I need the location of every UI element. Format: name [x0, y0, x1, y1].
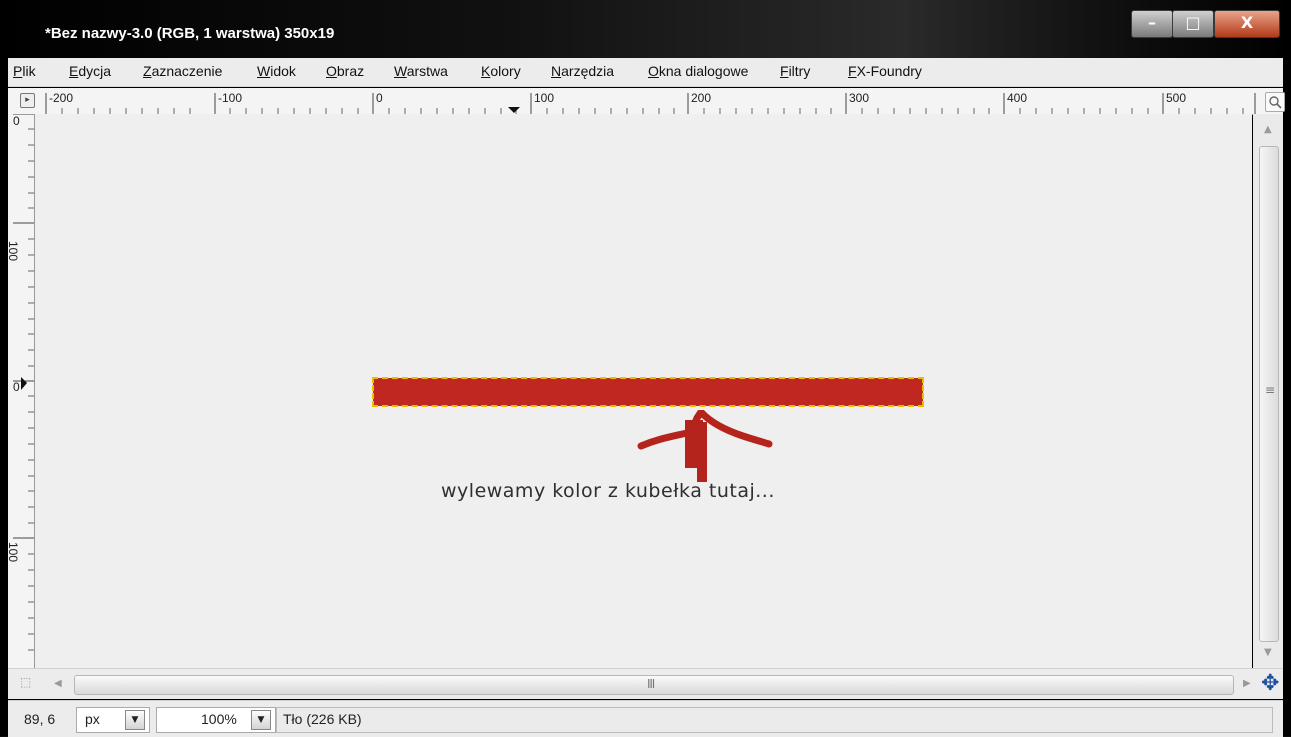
- move-crosshair-icon[interactable]: ✥: [1261, 671, 1279, 696]
- scroll-down-icon[interactable]: ▼: [1264, 647, 1272, 658]
- quick-mask-icon[interactable]: ⬚: [20, 675, 31, 689]
- close-icon: X: [1240, 13, 1254, 32]
- maximize-icon: □: [1185, 13, 1201, 32]
- horizontal-scroll-thumb[interactable]: Ⅲ: [74, 675, 1234, 695]
- arrow-drawing: [637, 410, 773, 482]
- scroll-grip-icon: ≡: [1265, 383, 1276, 397]
- horizontal-scrollbar-row: ⬚ ◀ Ⅲ ▶ ✥: [8, 668, 1283, 699]
- unit-select[interactable]: px ▼: [76, 707, 150, 733]
- pointer-marker-icon: [508, 107, 520, 113]
- pointer-coordinates: 89, 6: [24, 711, 56, 727]
- ruler-label: -100: [218, 91, 242, 105]
- ruler-label: -200: [49, 91, 73, 105]
- menu-plik[interactable]: Plik: [13, 63, 36, 79]
- menu-narzedzia[interactable]: Narzędzia: [551, 63, 614, 79]
- menu-zaznaczenie[interactable]: Zaznaczenie: [143, 63, 222, 79]
- status-bar: 89, 6 px ▼ 100% ▼ Tło (226 KB): [8, 700, 1283, 737]
- dropdown-arrow-icon[interactable]: ▼: [251, 710, 271, 730]
- ruler-label: 100: [534, 91, 554, 105]
- vertical-scroll-thumb[interactable]: ≡: [1259, 146, 1279, 642]
- image-canvas[interactable]: wylewamy kolor z kubełka tutaj...: [35, 114, 1252, 668]
- ruler-label: 0: [13, 380, 20, 394]
- vertical-ruler[interactable]: 0 100 0 100: [6, 113, 35, 668]
- minimize-button[interactable]: –: [1131, 10, 1173, 38]
- ruler-label: 500: [1166, 91, 1186, 105]
- zoom-value: 100%: [201, 711, 237, 727]
- layer-info-field: Tło (226 KB): [276, 707, 1273, 733]
- ruler-label: 100: [8, 542, 20, 562]
- menu-fx-foundry[interactable]: FX-Foundry: [848, 63, 922, 79]
- ruler-label: 0: [13, 114, 20, 128]
- vertical-scrollbar[interactable]: ▲ ≡ ▼: [1253, 114, 1283, 668]
- unit-value: px: [85, 711, 100, 727]
- ruler-label: 0: [376, 91, 383, 105]
- horizontal-ruler-ticks: -200 -100 0 100 200 300 400 500: [45, 91, 1256, 114]
- ruler-label: 100: [8, 241, 20, 261]
- scroll-right-icon[interactable]: ▶: [1243, 678, 1251, 689]
- scroll-grip-icon: Ⅲ: [647, 677, 656, 691]
- window-title: *Bez nazwy-3.0 (RGB, 1 warstwa) 350x19: [45, 25, 335, 42]
- scroll-up-icon[interactable]: ▲: [1264, 124, 1272, 135]
- close-button[interactable]: X: [1214, 10, 1280, 38]
- pointer-marker-icon: [21, 377, 27, 390]
- ruler-label: 300: [849, 91, 869, 105]
- title-bar[interactable]: *Bez nazwy-3.0 (RGB, 1 warstwa) 350x19 –…: [0, 0, 1291, 58]
- minimize-icon: –: [1148, 13, 1156, 32]
- menu-widok[interactable]: Widok: [257, 63, 296, 79]
- maximize-button[interactable]: □: [1172, 10, 1214, 38]
- menu-bar: Plik Edycja Zaznaczenie Widok Obraz Wars…: [8, 58, 1283, 87]
- menu-okna-dialogowe[interactable]: Okna dialogowe: [648, 63, 748, 79]
- dropdown-arrow-icon[interactable]: ▼: [125, 710, 145, 730]
- vertical-ruler-ticks: 0 100 0 100: [6, 113, 34, 651]
- menu-filtry[interactable]: Filtry: [780, 63, 810, 79]
- image-window: *Bez nazwy-3.0 (RGB, 1 warstwa) 350x19 –…: [0, 0, 1291, 737]
- ruler-label: 400: [1007, 91, 1027, 105]
- annotation-text: wylewamy kolor z kubełka tutaj...: [441, 480, 775, 502]
- menu-edycja[interactable]: Edycja: [69, 63, 111, 79]
- zoom-fit-icon[interactable]: [1265, 92, 1285, 112]
- horizontal-ruler[interactable]: ▸ -200 -100 0 100 200 300 400 500: [8, 88, 1285, 115]
- ruler-label: 200: [691, 91, 711, 105]
- red-fill-bar[interactable]: [372, 377, 924, 407]
- zoom-select[interactable]: 100% ▼: [156, 707, 276, 733]
- menu-kolory[interactable]: Kolory: [481, 63, 521, 79]
- layer-info-text: Tło (226 KB): [283, 711, 362, 727]
- menu-obraz[interactable]: Obraz: [326, 63, 364, 79]
- scroll-left-icon[interactable]: ◀: [54, 678, 62, 689]
- menu-warstwa[interactable]: Warstwa: [394, 63, 448, 79]
